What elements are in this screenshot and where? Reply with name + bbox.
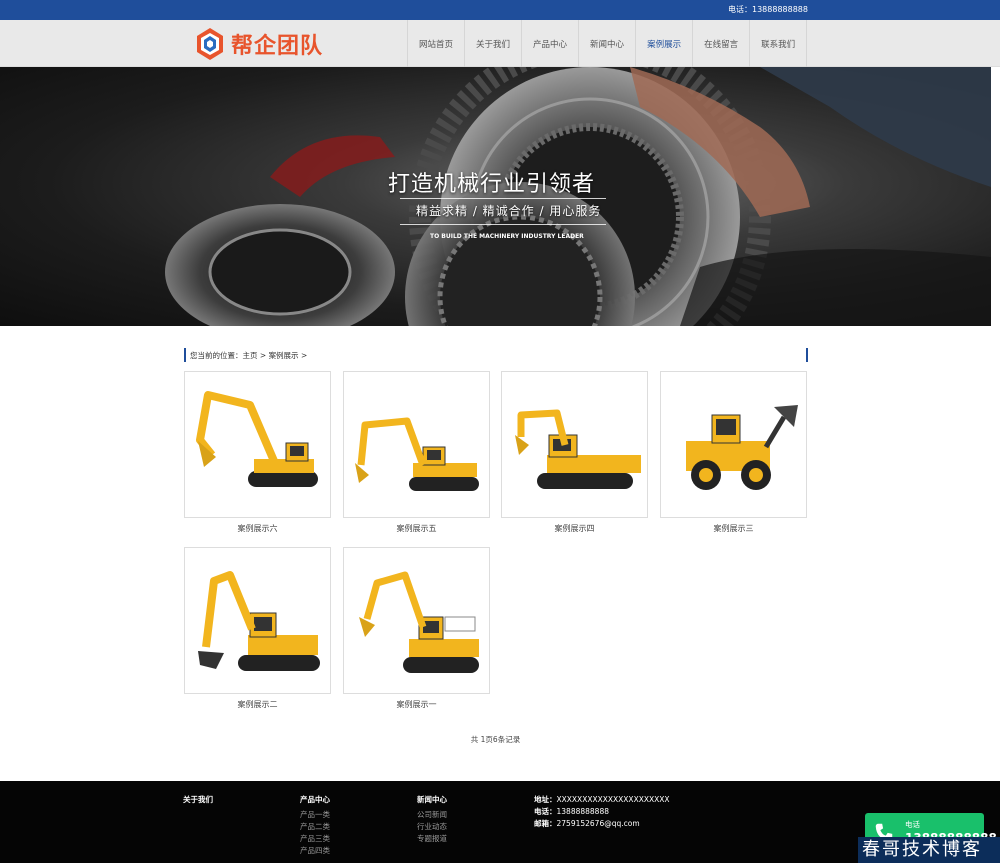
top-bar: 电话：13888888888	[0, 0, 1000, 20]
case-item[interactable]: 案例展示三	[660, 371, 807, 534]
nav-contact[interactable]: 联系我们	[749, 20, 808, 67]
phone-value: 13888888888	[556, 807, 610, 816]
breadcrumb-current[interactable]: 案例展示	[269, 351, 299, 360]
case-thumbnail[interactable]	[501, 371, 648, 518]
excavator-image	[198, 570, 320, 671]
footer-about: 关于我们	[183, 794, 213, 809]
case-item[interactable]: 案例展示六	[184, 371, 331, 534]
footer-about-title[interactable]: 关于我们	[183, 794, 213, 805]
case-caption[interactable]: 案例展示三	[660, 523, 807, 534]
case-thumbnail[interactable]	[660, 371, 807, 518]
case-caption[interactable]: 案例展示六	[184, 523, 331, 534]
footer-link[interactable]: 产品三类	[300, 833, 330, 845]
breadcrumb-tail: >	[298, 351, 308, 360]
nav-about[interactable]: 关于我们	[464, 20, 521, 67]
wheel-loader-image	[686, 404, 798, 490]
logo-text: 帮企团队	[231, 33, 324, 59]
case-caption[interactable]: 案例展示一	[343, 699, 490, 710]
logo-hexagon-icon	[197, 28, 223, 60]
footer-link[interactable]: 公司新闻	[417, 809, 447, 821]
address-value: XXXXXXXXXXXXXXXXXXXXXX	[556, 795, 670, 804]
email-value: 2759152676@qq.com	[556, 819, 640, 828]
banner-divider-bottom	[400, 224, 606, 225]
footer-products: 产品中心 产品一类 产品二类 产品三类 产品四类	[300, 794, 330, 857]
nav-products[interactable]: 产品中心	[521, 20, 578, 67]
nav-home[interactable]: 网站首页	[407, 20, 464, 67]
banner-title: 打造机械行业引领者	[388, 172, 596, 197]
email-label: 邮箱：	[534, 819, 557, 828]
footer-link[interactable]: 产品二类	[300, 821, 330, 833]
site-header: 帮企团队 网站首页 关于我们 产品中心 新闻中心 案例展示 在线留言 联系我们	[0, 20, 1000, 67]
case-thumbnail[interactable]	[343, 371, 490, 518]
footer-link[interactable]: 产品一类	[300, 809, 330, 821]
footer-phone: 电话：13888888888	[534, 806, 670, 818]
nav-message[interactable]: 在线留言	[692, 20, 749, 67]
top-phone: 电话：13888888888	[728, 5, 808, 14]
footer-contact: 地址：XXXXXXXXXXXXXXXXXXXXXX 电话：13888888888…	[534, 794, 670, 830]
case-thumbnail[interactable]	[343, 547, 490, 694]
breadcrumb-text: 您当前的位置：主页 > 案例展示 >	[190, 350, 307, 361]
site-logo[interactable]: 帮企团队	[195, 28, 323, 60]
address-label: 地址：	[534, 795, 557, 804]
case-item[interactable]: 案例展示二	[184, 547, 331, 710]
breadcrumb-home[interactable]: 主页	[243, 351, 258, 360]
case-caption[interactable]: 案例展示二	[184, 699, 331, 710]
nav-cases[interactable]: 案例展示	[635, 20, 692, 67]
case-item[interactable]: 案例展示五	[343, 371, 490, 534]
hero-banner: 打造机械行业引领者 精益求精 / 精诚合作 / 用心服务 TO BUILD TH…	[0, 67, 991, 326]
excavator-image	[355, 417, 479, 491]
footer-link[interactable]: 行业动态	[417, 821, 447, 833]
case-caption[interactable]: 案例展示四	[501, 523, 648, 534]
breadcrumb-prefix: 您当前的位置：	[190, 351, 243, 360]
banner-subtitle: 精益求精 / 精诚合作 / 用心服务	[416, 204, 602, 218]
watermark: 春哥技术博客	[858, 837, 1000, 863]
footer-link[interactable]: 专题报道	[417, 833, 447, 845]
main-nav: 网站首页 关于我们 产品中心 新闻中心 案例展示 在线留言 联系我们	[407, 20, 808, 67]
phone-label: 电话：	[534, 807, 557, 816]
excavator-image	[196, 390, 318, 487]
footer-link[interactable]: 产品四类	[300, 845, 330, 857]
case-thumbnail[interactable]	[184, 371, 331, 518]
case-caption[interactable]: 案例展示五	[343, 523, 490, 534]
footer-products-title[interactable]: 产品中心	[300, 794, 330, 805]
footer-address: 地址：XXXXXXXXXXXXXXXXXXXXXX	[534, 794, 670, 806]
excavator-image	[515, 409, 641, 489]
site-footer: 关于我们 产品中心 产品一类 产品二类 产品三类 产品四类 新闻中心 公司新闻 …	[0, 781, 1000, 863]
excavator-image	[359, 571, 479, 673]
footer-news: 新闻中心 公司新闻 行业动态 专题报道	[417, 794, 447, 845]
banner-divider-top	[400, 198, 606, 199]
call-label: 电话	[905, 820, 920, 829]
footer-email: 邮箱：2759152676@qq.com	[534, 818, 670, 830]
case-item[interactable]: 案例展示一	[343, 547, 490, 710]
case-thumbnail[interactable]	[184, 547, 331, 694]
banner-english: TO BUILD THE MACHINERY INDUSTRY LEADER	[430, 233, 584, 240]
case-item[interactable]: 案例展示四	[501, 371, 648, 534]
nav-news[interactable]: 新闻中心	[578, 20, 635, 67]
footer-news-title[interactable]: 新闻中心	[417, 794, 447, 805]
breadcrumb: 您当前的位置：主页 > 案例展示 >	[184, 348, 808, 362]
breadcrumb-sep: >	[257, 351, 269, 360]
pagination-summary: 共 1页6条记录	[470, 735, 521, 744]
